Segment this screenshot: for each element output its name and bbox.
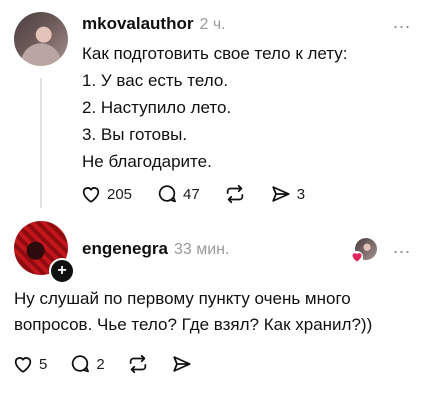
post-line: Не благодарите. — [82, 152, 212, 171]
heart-icon — [12, 353, 34, 375]
post-time: 2 ч. — [199, 16, 226, 33]
post-more-button[interactable]: ... — [393, 13, 411, 31]
reply-line: Ну слушай по первому пункту очень много — [14, 289, 351, 308]
send-icon — [270, 183, 292, 205]
reply-username[interactable]: engenegra — [82, 239, 168, 259]
post-like-button[interactable]: 205 — [80, 183, 132, 205]
post-reply-count: 47 — [183, 185, 200, 203]
post-share-count: 3 — [296, 185, 306, 203]
post-line: 2. Наступило лето. — [82, 98, 232, 117]
repost-icon — [224, 183, 246, 205]
send-icon — [171, 353, 193, 375]
comment-icon — [69, 353, 91, 375]
reply-line: вопросов. Чье тело? Где взял? Как хранил… — [14, 315, 373, 334]
reply-header: engenegra 33 мин. — [82, 239, 229, 259]
post-line: 1. У вас есть тело. — [82, 71, 229, 90]
plus-icon[interactable]: + — [49, 258, 75, 284]
heart-icon — [80, 183, 102, 205]
post-repost-button[interactable] — [224, 183, 246, 205]
post-author-avatar[interactable] — [14, 12, 68, 66]
reply-share-button[interactable] — [171, 353, 193, 375]
reply-like-button[interactable]: 5 — [12, 353, 47, 375]
post-share-button[interactable]: 3 — [270, 183, 305, 205]
post-like-count: 205 — [107, 185, 133, 203]
post-body: Как подготовить свое тело к лету: 1. У в… — [82, 40, 348, 175]
reply-like-count: 5 — [39, 355, 48, 373]
post-line: 3. Вы готовы. — [82, 125, 188, 144]
reply-actions: 5 2 — [12, 353, 193, 375]
post-line: Как подготовить свое тело к лету: — [82, 44, 348, 63]
comment-icon — [156, 183, 178, 205]
reply-reply-count: 2 — [96, 355, 105, 373]
reply-reply-button[interactable]: 2 — [69, 353, 105, 375]
liked-heart-icon — [351, 251, 363, 263]
post-username[interactable]: mkovalauthor — [82, 14, 193, 34]
post-header: mkovalauthor 2 ч. — [82, 14, 226, 34]
thread-line — [40, 78, 42, 208]
repost-icon — [127, 353, 149, 375]
reply-body: Ну слушай по первому пункту очень много … — [14, 286, 372, 338]
reply-repost-button[interactable] — [127, 353, 149, 375]
post-actions: 205 47 3 — [80, 183, 305, 205]
post-reply-button[interactable]: 47 — [156, 183, 200, 205]
reply-time: 33 мин. — [173, 241, 230, 258]
reply-more-button[interactable]: ... — [393, 238, 411, 256]
